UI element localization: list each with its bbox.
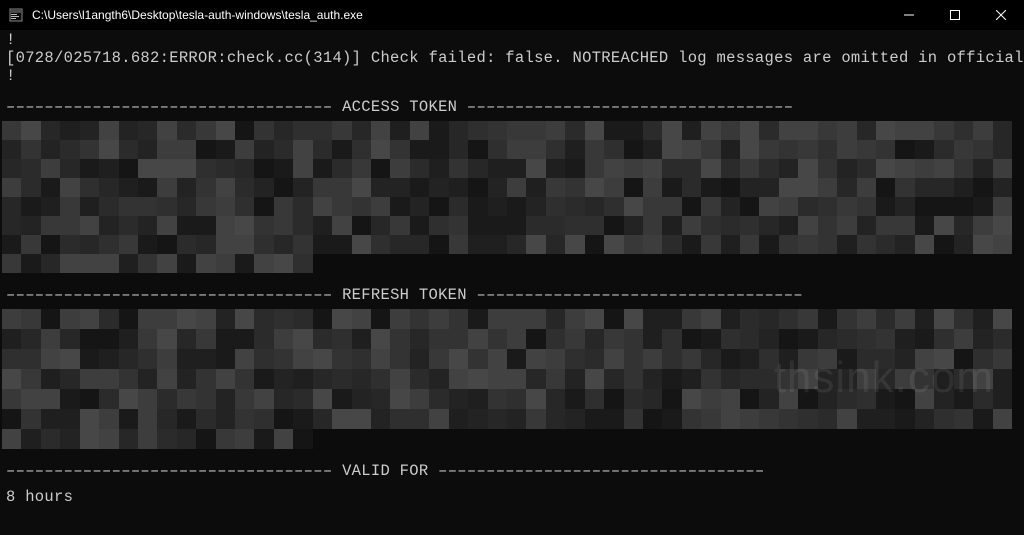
redacted-refresh-token (2, 309, 1012, 449)
console-output-line: [0728/025718.682:ERROR:check.cc(314)] Ch… (6, 50, 1018, 68)
section-header-valid-for: –––––––––––––––––––––––––––––––––– VALID… (6, 463, 1018, 481)
maximize-button[interactable] (932, 0, 978, 30)
section-header-refresh-token: –––––––––––––––––––––––––––––––––– REFRE… (6, 287, 1018, 305)
valid-for-value: 8 hours (6, 489, 1018, 507)
app-icon (8, 7, 24, 23)
close-button[interactable] (978, 0, 1024, 30)
console-output-line: ! (6, 68, 1018, 86)
redacted-access-token (2, 121, 1012, 273)
console-output-line: ! (6, 32, 1018, 50)
minimize-button[interactable] (886, 0, 932, 30)
window-controls (886, 0, 1024, 30)
section-header-access-token: –––––––––––––––––––––––––––––––––– ACCES… (6, 99, 1018, 117)
window-title: C:\Users\l1angth6\Desktop\tesla-auth-win… (32, 8, 886, 22)
window-titlebar[interactable]: C:\Users\l1angth6\Desktop\tesla-auth-win… (0, 0, 1024, 30)
console-area: ! [0728/025718.682:ERROR:check.cc(314)] … (0, 30, 1024, 509)
